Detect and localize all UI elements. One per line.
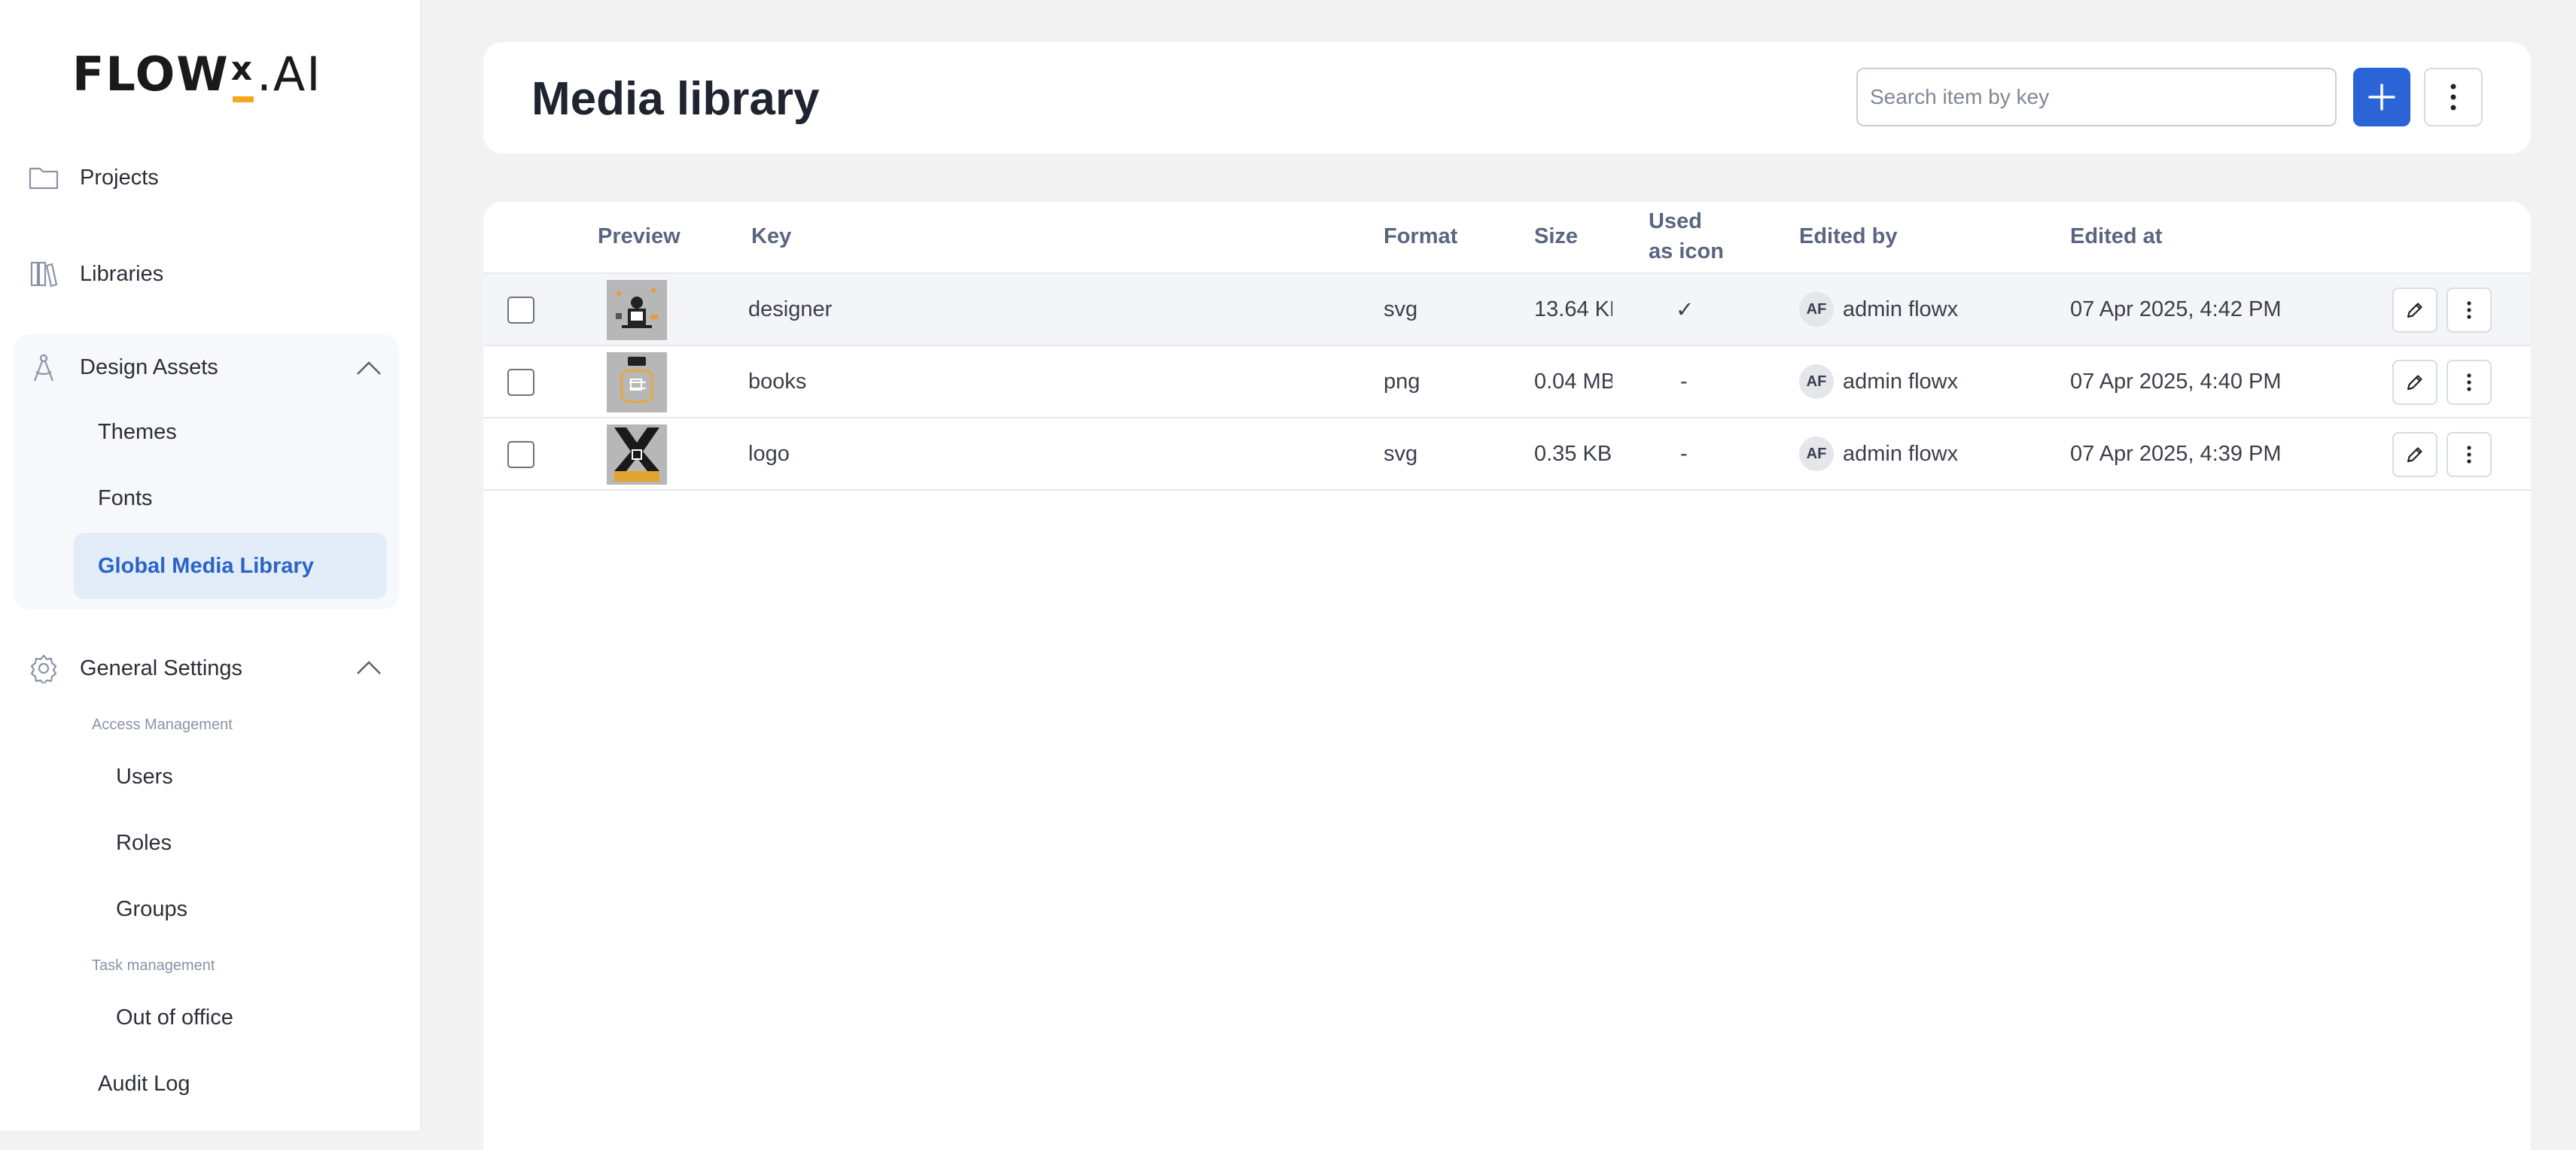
column-header-key[interactable]: Key <box>751 221 791 251</box>
sidebar-item-roles[interactable]: Roles <box>116 831 172 856</box>
sidebar: FLOW x .AI Projects Libraries Design Asset… <box>0 0 422 1130</box>
sidebar-item-general-settings[interactable]: General Settings <box>27 652 242 685</box>
sidebar-item-projects[interactable]: Projects <box>27 161 159 194</box>
sidebar-item-label: General Settings <box>80 656 243 680</box>
vertical-dots-icon <box>2450 84 2456 111</box>
sidebar-item-audit-log[interactable]: Audit Log <box>98 1072 190 1097</box>
cell-edited-by: AF admin flowx <box>1799 346 1958 417</box>
row-checkbox[interactable] <box>507 369 534 396</box>
avatar: AF <box>1799 437 1834 471</box>
plus-icon <box>2368 84 2395 111</box>
cell-size: 0.04 MB <box>1534 369 1612 394</box>
page-title: Media library <box>531 73 820 125</box>
designer-image-icon <box>607 280 667 340</box>
sidebar-item-groups[interactable]: Groups <box>116 897 187 922</box>
sidebar-item-out-of-office[interactable]: Out of office <box>116 1005 233 1030</box>
preview-thumbnail[interactable] <box>607 280 667 340</box>
column-header-preview: Preview <box>598 224 681 248</box>
cell-edited-by: AF admin flowx <box>1799 274 1958 345</box>
edit-button[interactable] <box>2392 432 2437 477</box>
pencil-icon <box>2407 447 2422 463</box>
column-header-format[interactable]: Format <box>1384 221 1457 251</box>
cell-used-as-icon: - <box>1680 369 1688 394</box>
gear-icon <box>27 652 60 685</box>
page-header: Media library <box>483 42 2531 154</box>
logo-image-icon <box>607 424 667 485</box>
editor-name: admin flowx <box>1843 369 1959 394</box>
cell-used-as-icon: - <box>1680 441 1688 466</box>
row-more-button[interactable] <box>2447 288 2492 333</box>
cell-key: designer <box>748 297 833 321</box>
media-table: Preview Key Format Size Used as icon Edi… <box>483 202 2531 1150</box>
editor-name: admin flowx <box>1843 297 1959 321</box>
cell-edited-at: 07 Apr 2025, 4:40 PM <box>2070 369 2282 394</box>
compass-icon <box>27 351 60 384</box>
add-media-button[interactable] <box>2353 68 2410 126</box>
column-header-used-as-icon[interactable]: Used as icon <box>1649 206 1724 266</box>
logo-text: FLOW <box>72 47 230 102</box>
preview-thumbnail[interactable] <box>607 424 667 485</box>
edit-button[interactable] <box>2392 360 2437 405</box>
column-header-edited-by[interactable]: Edited by <box>1799 221 1898 251</box>
sidebar-item-label: Design Assets <box>80 354 218 379</box>
sidebar-item-global-media-library[interactable]: Global Media Library <box>74 533 387 599</box>
section-label-access-management: Access Management <box>92 716 233 733</box>
avatar: AF <box>1799 364 1834 399</box>
cell-size: 0.35 KB <box>1534 441 1612 466</box>
more-options-button[interactable] <box>2424 68 2483 126</box>
sidebar-item-fonts[interactable]: Fonts <box>98 486 153 511</box>
sidebar-item-label: Libraries <box>80 261 164 286</box>
pencil-icon <box>2407 375 2422 391</box>
table-row[interactable]: designer svg 13.64 KB ✓ AF admin flowx 0… <box>483 274 2531 346</box>
editor-name: admin flowx <box>1843 441 1959 466</box>
vertical-dots-icon <box>2467 373 2471 391</box>
vertical-dots-icon <box>2467 446 2471 464</box>
table-row[interactable]: books png 0.04 MB - AF admin flowx 07 Ap… <box>483 346 2531 418</box>
cell-size: 13.64 KB <box>1534 297 1612 321</box>
cell-edited-at: 07 Apr 2025, 4:39 PM <box>2070 441 2282 466</box>
sidebar-item-users[interactable]: Users <box>116 765 173 789</box>
column-header-used-line1: Used <box>1649 209 1702 233</box>
section-label-task-management: Task management <box>92 957 215 974</box>
logo-x: x <box>230 50 254 102</box>
edit-button[interactable] <box>2392 288 2437 333</box>
column-header-size[interactable]: Size <box>1534 221 1578 251</box>
vertical-dots-icon <box>2467 301 2471 319</box>
preview-thumbnail[interactable] <box>607 352 667 412</box>
row-checkbox[interactable] <box>507 441 534 468</box>
books-icon <box>27 257 60 291</box>
row-more-button[interactable] <box>2447 432 2492 477</box>
sidebar-item-libraries[interactable]: Libraries <box>27 257 163 291</box>
books-image-icon <box>607 352 667 412</box>
cell-key: logo <box>748 441 790 466</box>
chevron-up-icon[interactable] <box>355 659 382 676</box>
column-header-edited-at[interactable]: Edited at <box>2070 221 2162 251</box>
row-more-button[interactable] <box>2447 360 2492 405</box>
sidebar-item-themes[interactable]: Themes <box>98 420 177 445</box>
chevron-up-icon[interactable] <box>355 360 382 376</box>
cell-edited-by: AF admin flowx <box>1799 418 1958 489</box>
row-checkbox[interactable] <box>507 297 534 324</box>
cell-used-as-icon: ✓ <box>1676 297 1694 322</box>
logo-ai: .AI <box>257 47 322 102</box>
cell-format: png <box>1384 369 1420 394</box>
column-header-used-line2: as icon <box>1649 239 1724 263</box>
pencil-icon <box>2407 303 2422 318</box>
folder-icon <box>27 161 60 194</box>
avatar: AF <box>1799 292 1834 327</box>
table-row[interactable]: logo svg 0.35 KB - AF admin flowx 07 Apr… <box>483 418 2531 491</box>
sidebar-item-label: Projects <box>80 165 159 190</box>
cell-format: svg <box>1384 297 1418 321</box>
cell-edited-at: 07 Apr 2025, 4:42 PM <box>2070 297 2282 321</box>
flowx-logo[interactable]: FLOW x .AI <box>72 47 322 102</box>
cell-format: svg <box>1384 441 1418 466</box>
sidebar-item-design-assets[interactable]: Design Assets <box>27 351 218 384</box>
search-input[interactable] <box>1856 68 2337 126</box>
cell-key: books <box>748 369 807 394</box>
